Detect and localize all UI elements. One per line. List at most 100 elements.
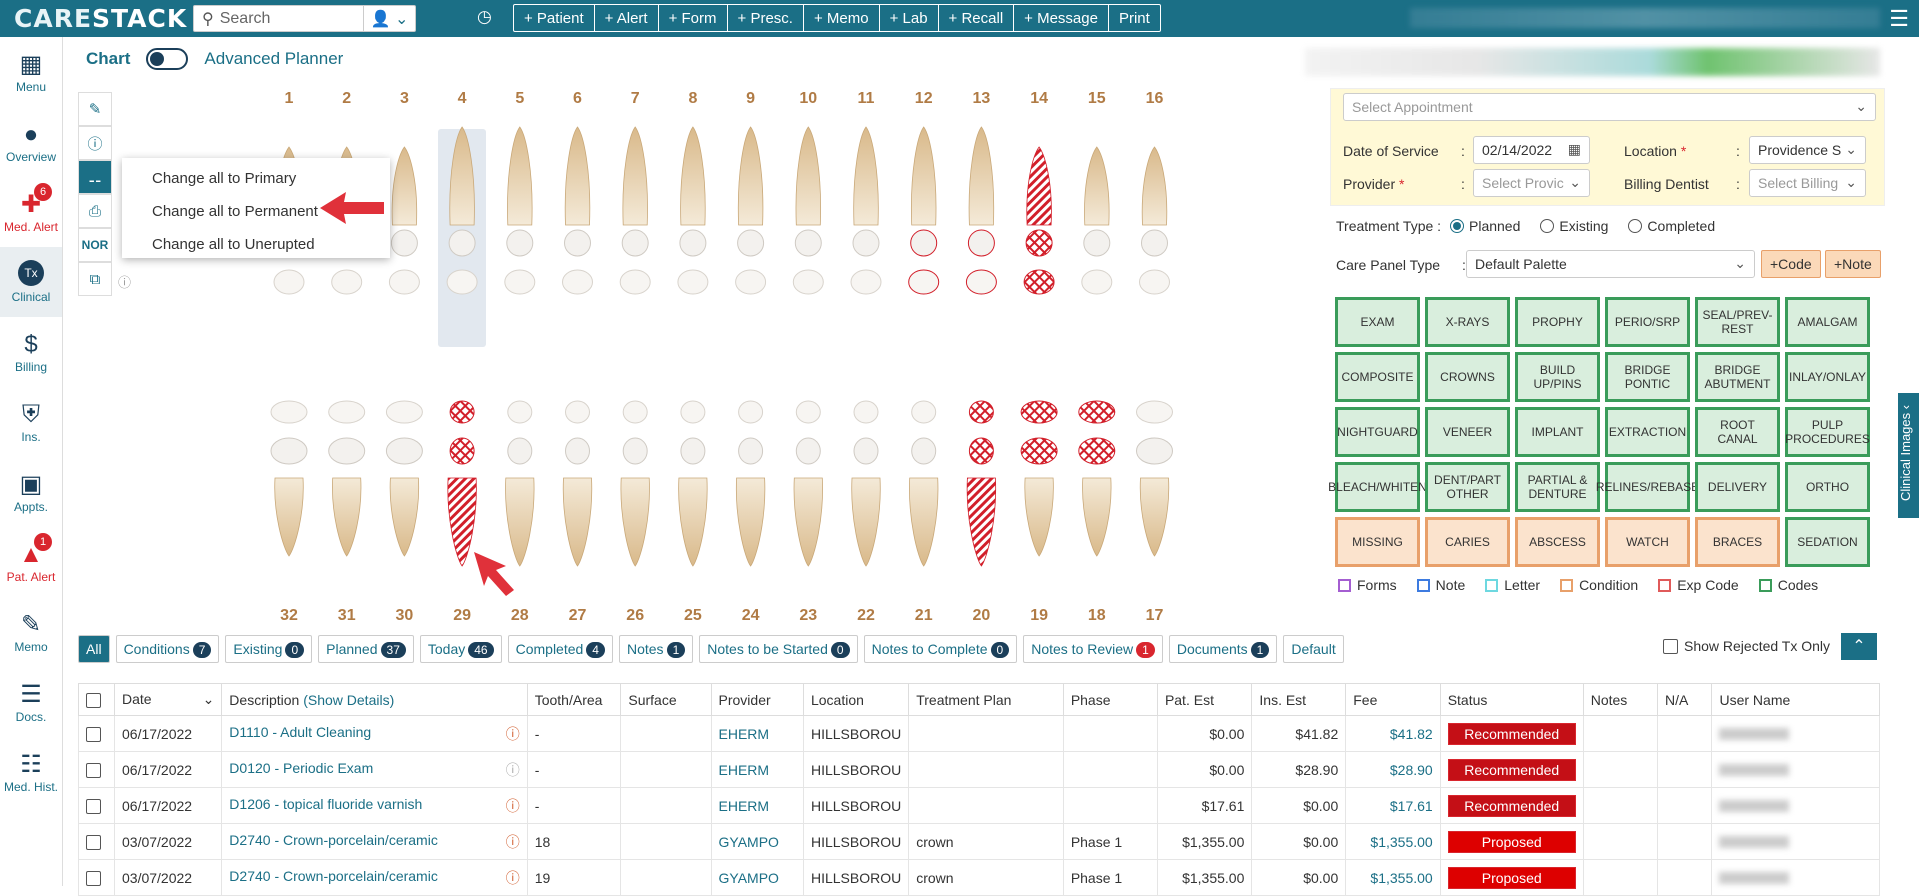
tooth-16-crown[interactable]	[1141, 229, 1168, 257]
cell-provider[interactable]: EHERM	[710, 751, 804, 788]
tooth-21-occlusal[interactable]	[911, 400, 937, 424]
filter-tab-all[interactable]: All	[78, 635, 110, 663]
tooth-4-root[interactable]	[449, 126, 475, 226]
cell-provider[interactable]: EHERM	[710, 787, 804, 824]
filter-tab-notes-to-be-started[interactable]: Notes to be Started 0	[699, 635, 858, 663]
tooth-20-crown[interactable]	[968, 437, 994, 465]
tooth-14-occlusal[interactable]	[1023, 269, 1055, 295]
tooth-32-occlusal[interactable]	[270, 400, 308, 424]
cell-desc[interactable]: D1110 - Adult Cleaning ⓘ	[221, 715, 528, 752]
radio-button[interactable]	[1540, 219, 1555, 233]
tooth-number-lower[interactable]: 17	[1146, 607, 1164, 624]
procedure-button-bleach-whiten[interactable]: BLEACH/WHITEN	[1328, 462, 1427, 512]
tooth-14-crown[interactable]	[1025, 229, 1053, 257]
column-header-location[interactable]: Location	[802, 683, 910, 716]
row-checkbox-cell[interactable]	[78, 823, 115, 860]
procedure-button-amalgam[interactable]: AMALGAM	[1785, 297, 1870, 347]
tooth-number-lower[interactable]: 27	[569, 607, 587, 624]
procedure-button-crowns[interactable]: CROWNS	[1425, 352, 1510, 402]
column-header-n-a[interactable]: N/A	[1656, 683, 1713, 716]
info-icon[interactable]: ⓘ	[506, 796, 520, 816]
tooth-24-occlusal[interactable]	[738, 400, 764, 424]
tooth-1-occlusal[interactable]	[273, 269, 305, 295]
tooth-6-occlusal[interactable]	[562, 269, 593, 295]
cell-desc[interactable]: D2740 - Crown-porcelain/ceramic ⓘ	[221, 823, 528, 860]
tooth-28-crown[interactable]	[507, 437, 533, 465]
table-row[interactable]: 03/07/2022 D2740 - Crown-porcelain/cerami…	[78, 859, 1880, 896]
tooth-12-crown[interactable]	[910, 229, 938, 257]
procedure-button-delivery[interactable]: DELIVERY	[1695, 462, 1780, 512]
tooth-10-root[interactable]	[795, 126, 822, 226]
filter-tab-completed[interactable]: Completed 4	[507, 635, 613, 663]
tooth-18-root[interactable]	[1082, 477, 1112, 557]
tooth-number-lower[interactable]: 23	[799, 607, 817, 624]
select-all-checkbox-cell[interactable]	[78, 683, 115, 716]
sidebar-item-medhist[interactable]: ☷ Med. Hist.	[0, 737, 62, 807]
tooth-number-upper[interactable]: 3	[400, 90, 409, 107]
show-details-link[interactable]: (Show Details)	[299, 692, 394, 708]
tooth-21-crown[interactable]	[911, 437, 937, 465]
procedure-button-caries[interactable]: CARIES	[1425, 517, 1510, 567]
tooth-15-occlusal[interactable]	[1081, 269, 1113, 295]
tooth-number-lower[interactable]: 22	[857, 607, 875, 624]
tooth-27-root[interactable]	[562, 477, 593, 567]
filter-tab-notes-to-complete[interactable]: Notes to Complete 0	[863, 635, 1018, 663]
location-dropdown[interactable]: Providence S ⌄	[1749, 136, 1866, 164]
row-checkbox[interactable]	[86, 762, 101, 778]
procedure-button-build-up-pins[interactable]: BUILD UP/PINS	[1515, 352, 1600, 402]
column-header-provider[interactable]: Provider	[710, 683, 804, 716]
tooth-number-upper[interactable]: 7	[631, 90, 640, 107]
filter-tab-default[interactable]: Default	[1283, 635, 1344, 663]
procedure-button-seal-prev-rest[interactable]: SEAL/PREV-REST	[1695, 297, 1780, 347]
procedure-button-sedation[interactable]: SEDATION	[1785, 517, 1870, 567]
tooth-7-root[interactable]	[622, 126, 648, 226]
tooth-11-root[interactable]	[853, 126, 879, 226]
tooth-14-root[interactable]	[1026, 146, 1052, 226]
procedure-button-exam[interactable]: EXAM	[1335, 297, 1420, 347]
tooth-25-root[interactable]	[678, 477, 708, 567]
tooth-4-occlusal[interactable]	[446, 269, 478, 295]
row-checkbox-cell[interactable]	[78, 859, 115, 896]
procedure-button-watch[interactable]: WATCH	[1605, 517, 1690, 567]
tooth-24-crown[interactable]	[738, 437, 764, 465]
tooth-number-lower[interactable]: 18	[1088, 607, 1106, 624]
tooth-2-occlusal[interactable]	[331, 269, 363, 295]
cell-provider[interactable]: GYAMPO	[710, 859, 804, 896]
tooth-22-crown[interactable]	[853, 437, 879, 465]
tooth-25-crown[interactable]	[680, 437, 706, 465]
tooth-20-occlusal[interactable]	[968, 400, 994, 424]
filter-tab-notes[interactable]: Notes 1	[618, 635, 694, 663]
row-checkbox[interactable]	[86, 870, 101, 886]
column-header-notes[interactable]: Notes	[1582, 683, 1659, 716]
tooth-number-upper[interactable]: 4	[458, 90, 467, 107]
procedure-button-x-rays[interactable]: X-RAYS	[1425, 297, 1510, 347]
tooth-3-occlusal[interactable]	[388, 269, 420, 295]
checkbox[interactable]	[1663, 639, 1678, 654]
menu-item-unerupted[interactable]: Change all to Unerupted	[122, 228, 390, 261]
column-header-user-name[interactable]: User Name	[1711, 683, 1880, 716]
tooth-number-upper[interactable]: 11	[858, 90, 875, 107]
column-header-treatment-plan[interactable]: Treatment Plan	[908, 683, 1064, 716]
tooth-number-upper[interactable]: 5	[515, 90, 524, 107]
procedure-button-root-canal[interactable]: ROOT CANAL	[1695, 407, 1780, 457]
tooth-24-root[interactable]	[735, 477, 766, 567]
tooth-27-crown[interactable]	[565, 437, 590, 465]
procedure-button-implant[interactable]: IMPLANT	[1515, 407, 1600, 457]
tooth-27-occlusal[interactable]	[565, 400, 590, 424]
collapse-up-button[interactable]: ⌃	[1841, 633, 1877, 660]
tooth-26-root[interactable]	[620, 477, 650, 567]
sidebar-item-docs[interactable]: ☰ Docs.	[0, 667, 62, 737]
procedure-button-partial-denture[interactable]: PARTIAL & DENTURE	[1515, 462, 1600, 512]
billing-dentist-dropdown[interactable]: Select Billing ⌄	[1749, 169, 1866, 197]
tooth-13-crown[interactable]	[967, 229, 995, 257]
procedure-button-composite[interactable]: COMPOSITE	[1335, 352, 1420, 402]
tooth-29-occlusal[interactable]	[449, 400, 475, 424]
tooth-30-root[interactable]	[389, 477, 420, 557]
row-checkbox-cell[interactable]	[78, 787, 115, 824]
tooth-17-crown[interactable]	[1136, 437, 1173, 465]
row-checkbox-cell[interactable]	[78, 715, 115, 752]
tooth-number-upper[interactable]: 12	[915, 90, 933, 107]
tooth-22-occlusal[interactable]	[853, 400, 879, 424]
sort-chevron-icon[interactable]: ⌄	[203, 691, 215, 708]
tooth-number-upper[interactable]: 13	[973, 90, 991, 107]
